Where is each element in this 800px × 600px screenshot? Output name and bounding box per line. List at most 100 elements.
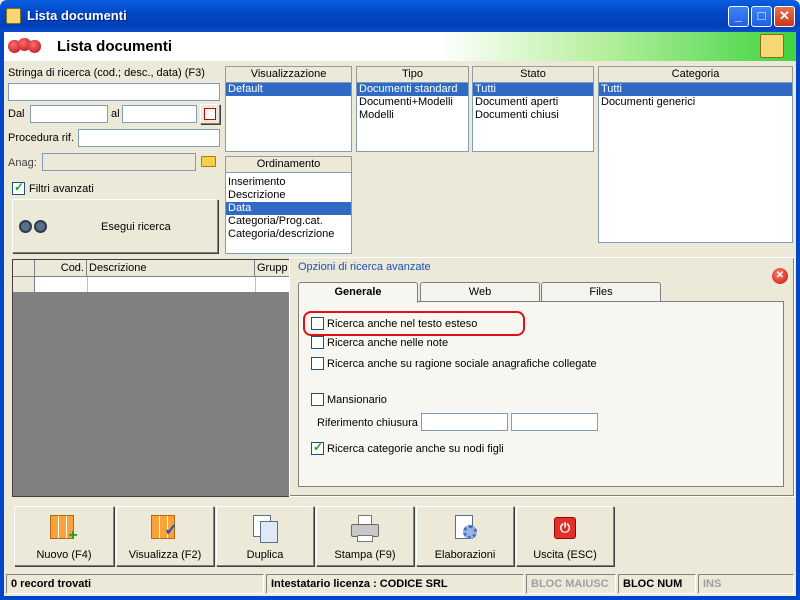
tab-web[interactable]: Web: [420, 282, 540, 302]
bloc-maiusc-status: BLOC MAIUSC: [526, 574, 616, 594]
testo-esteso-label: Ricerca anche nel testo esteso: [327, 318, 478, 330]
list-item[interactable]: Documenti+Modelli: [357, 96, 468, 109]
visualizza-label: Visualizza (F2): [128, 549, 202, 561]
uscita-label: Uscita (ESC): [533, 549, 597, 561]
page-title: Lista documenti: [57, 38, 173, 55]
testo-esteso-checkbox[interactable]: [311, 317, 324, 330]
list-item[interactable]: Tutti: [473, 83, 593, 96]
list-item[interactable]: Categoria/Prog.cat.: [226, 215, 351, 228]
anag-label: Anag:: [8, 157, 37, 169]
esegui-ricerca-button[interactable]: Esegui ricerca: [12, 199, 218, 253]
calendar-icon: [204, 108, 216, 120]
visualizzazione-header: Visualizzazione: [225, 66, 352, 82]
minimize-button[interactable]: _: [728, 6, 749, 27]
tipo-header: Tipo: [356, 66, 469, 82]
duplica-label: Duplica: [246, 549, 284, 561]
app-icon: [6, 8, 21, 24]
nodi-figli-checkbox[interactable]: [311, 440, 324, 455]
ordinamento-header: Ordinamento: [225, 156, 352, 172]
maximize-button[interactable]: □: [751, 6, 772, 27]
ragione-sociale-label: Ricerca anche su ragione sociale anagraf…: [327, 358, 597, 370]
visualizza-button[interactable]: ✓ Visualizza (F2): [116, 506, 214, 566]
categoria-list[interactable]: Tutti Documenti generici: [598, 82, 793, 243]
list-item[interactable]: Data: [226, 202, 351, 215]
categoria-header: Categoria: [598, 66, 793, 82]
header-banner: Lista documenti: [4, 32, 796, 61]
duplicate-icon: [251, 515, 279, 543]
filtri-avanzati-checkbox[interactable]: [12, 180, 25, 195]
tipo-list[interactable]: Documenti standard Documenti+Modelli Mod…: [356, 82, 469, 152]
note-checkbox[interactable]: [311, 336, 324, 349]
elaborazioni-button[interactable]: Elaborazioni: [416, 506, 514, 566]
elaborazioni-label: Elaborazioni: [434, 549, 496, 561]
licenza-status: Intestatario licenza : CODICE SRL: [266, 574, 524, 594]
anag-input[interactable]: [42, 153, 196, 171]
list-item[interactable]: Categoria/descrizione: [226, 228, 351, 241]
nuovo-label: Nuovo (F4): [36, 549, 92, 561]
list-item[interactable]: Default: [226, 83, 351, 96]
stato-header: Stato: [472, 66, 594, 82]
procedura-input[interactable]: [78, 129, 220, 147]
list-item[interactable]: Modelli: [357, 109, 468, 122]
tab-files[interactable]: Files: [541, 282, 661, 302]
generale-tab-page: Ricerca anche nel testo esteso Ricerca a…: [298, 301, 784, 487]
close-window-button[interactable]: ✕: [774, 6, 795, 27]
search-input[interactable]: [8, 83, 220, 101]
strawberry-icon: [28, 40, 41, 53]
grid-header-descrizione[interactable]: Descrizione: [87, 260, 255, 277]
riferimento-chiusura-input-1[interactable]: [421, 413, 508, 431]
advanced-options-title: Opzioni di ricerca avanzate: [298, 261, 431, 273]
ordinamento-list[interactable]: Inserimento Descrizione Data Categoria/P…: [225, 172, 352, 254]
list-item[interactable]: Descrizione: [226, 189, 351, 202]
title-bar[interactable]: Lista documenti _ □ ✕: [0, 0, 800, 32]
note-label: Ricerca anche nelle note: [327, 337, 449, 349]
calendar-button[interactable]: [200, 104, 220, 124]
table-row[interactable]: [13, 277, 297, 293]
uscita-button[interactable]: ⏻ Uscita (ESC): [516, 506, 614, 566]
mansionario-checkbox[interactable]: [311, 393, 324, 406]
gears-icon: [451, 515, 479, 543]
folder-button[interactable]: [200, 153, 218, 169]
list-item[interactable]: Documenti standard: [357, 83, 468, 96]
nuovo-button[interactable]: + Nuovo (F4): [14, 506, 114, 566]
search-label: Stringa di ricerca (cod.; desc., data) (…: [8, 67, 205, 79]
stampa-label: Stampa (F9): [334, 549, 396, 561]
binoculars-icon: [19, 214, 49, 234]
grid-header: Cod. Descrizione Grupp: [13, 260, 297, 277]
ragione-sociale-checkbox[interactable]: [311, 357, 324, 370]
bloc-num-status: BLOC NUM: [618, 574, 696, 594]
folder-icon: [201, 156, 216, 167]
al-label: al: [111, 108, 120, 120]
riferimento-chiusura-label: Riferimento chiusura :: [317, 417, 424, 429]
tab-generale[interactable]: Generale: [298, 282, 418, 303]
filtri-avanzati-label: Filtri avanzati: [29, 183, 94, 195]
new-grid-icon: +: [50, 515, 78, 544]
records-status: 0 record trovati: [6, 574, 264, 594]
list-item[interactable]: Documenti chiusi: [473, 109, 593, 122]
view-grid-icon: ✓: [151, 515, 179, 543]
visualizzazione-list[interactable]: Default: [225, 82, 352, 152]
close-panel-icon[interactable]: ✕: [772, 268, 788, 284]
dal-date-input[interactable]: [30, 105, 108, 123]
exit-icon: ⏻: [551, 515, 579, 543]
stato-list[interactable]: Tutti Documenti aperti Documenti chiusi: [472, 82, 594, 152]
list-item[interactable]: Inserimento: [226, 176, 351, 189]
documents-icon: [760, 34, 784, 58]
list-item[interactable]: Documenti generici: [599, 96, 792, 109]
riferimento-chiusura-input-2[interactable]: [511, 413, 598, 431]
ins-status: INS: [698, 574, 794, 594]
grid-header-cell[interactable]: [13, 260, 35, 277]
nodi-figli-label: Ricerca categorie anche su nodi figli: [327, 443, 504, 455]
list-item[interactable]: Documenti aperti: [473, 96, 593, 109]
printer-icon: [351, 515, 379, 543]
window-title: Lista documenti: [27, 8, 127, 23]
duplica-button[interactable]: Duplica: [216, 506, 314, 566]
results-grid[interactable]: Cod. Descrizione Grupp: [12, 259, 298, 497]
dal-label: Dal: [8, 108, 25, 120]
grid-header-cod[interactable]: Cod.: [35, 260, 87, 277]
list-item[interactable]: Tutti: [599, 83, 792, 96]
stampa-button[interactable]: Stampa (F9): [316, 506, 414, 566]
procedura-label: Procedura rif.: [8, 132, 75, 144]
mansionario-label: Mansionario: [327, 394, 387, 406]
al-date-input[interactable]: [122, 105, 197, 123]
